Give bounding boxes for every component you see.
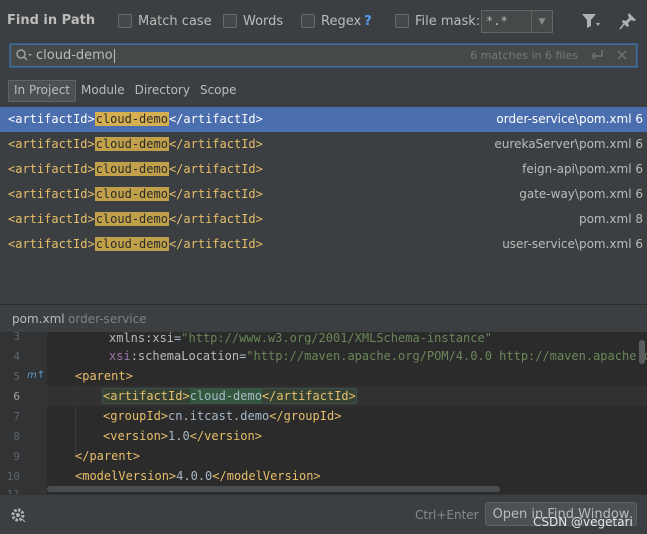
search-query[interactable]: cloud-demo — [36, 48, 115, 63]
find-toolbar: Find in Path Match case Words Regex ? Fi… — [0, 0, 647, 42]
line-number: 8 — [13, 430, 20, 443]
dialog-title: Find in Path — [7, 13, 96, 28]
file-mask-checkbox[interactable]: File mask: — [395, 12, 480, 30]
result-code: <artifactId>cloud-demo</artifactId> — [8, 162, 263, 176]
line-number: 6 — [13, 390, 20, 403]
words-checkbox[interactable]: Words — [223, 12, 283, 30]
preview-file-name: pom.xml — [12, 312, 65, 326]
chevron-down-icon[interactable]: ▼ — [531, 11, 552, 32]
file-mask-label: File mask: — [415, 13, 481, 29]
open-shortcut-hint: Ctrl+Enter — [415, 508, 479, 522]
result-row[interactable]: <artifactId>cloud-demo</artifactId> user… — [0, 232, 647, 257]
tab-module[interactable]: Module — [76, 80, 130, 102]
result-row[interactable]: <artifactId>cloud-demo</artifactId> eure… — [0, 132, 647, 157]
result-row[interactable]: <artifactId>cloud-demo</artifactId> feig… — [0, 157, 647, 182]
result-path: eurekaServer\pom.xml 6 — [494, 137, 643, 151]
match-case-label: Match case — [138, 13, 212, 29]
line-number: 5 — [13, 370, 20, 383]
checkbox-box[interactable] — [118, 14, 132, 28]
code-line: </parent> — [75, 449, 141, 463]
filter-icon[interactable] — [581, 12, 601, 30]
words-label: Words — [243, 13, 284, 29]
code-line: <parent> — [75, 369, 133, 383]
preview-header: pom.xml order-service — [0, 305, 647, 332]
tab-in-project[interactable]: In Project — [8, 80, 77, 102]
pin-icon[interactable] — [619, 12, 637, 30]
code-line: <groupId>cn.itcast.demo</groupId> — [103, 409, 342, 423]
match-count: 6 matches in 6 files — [470, 49, 578, 62]
tab-scope[interactable]: Scope — [195, 80, 242, 102]
code-line: xsi:schemaLocation="http://maven.apache.… — [109, 349, 647, 363]
line-number: 10 — [6, 470, 20, 483]
regex-help-link[interactable]: ? — [364, 14, 372, 29]
result-code: <artifactId>cloud-demo</artifactId> — [8, 212, 263, 226]
gear-icon[interactable] — [10, 507, 26, 523]
enter-icon[interactable] — [590, 48, 604, 62]
regex-checkbox[interactable]: Regex ? — [301, 12, 372, 30]
result-path: order-service\pom.xml 6 — [496, 112, 643, 126]
preview-editor[interactable]: 3 4 5 6 7 8 9 10 11 m↑ xmlns:xsi="http:/… — [0, 332, 647, 494]
result-code: <artifactId>cloud-demo</artifactId> — [8, 137, 263, 151]
result-code: <artifactId>cloud-demo</artifactId> — [8, 187, 263, 201]
line-number: 7 — [13, 410, 20, 423]
code-line: <modelVersion>4.0.0</modelVersion> — [75, 469, 321, 483]
file-mask-value: *.* — [486, 14, 508, 28]
result-row[interactable]: <artifactId>cloud-demo</artifactId> orde… — [0, 107, 647, 132]
search-icon[interactable] — [15, 48, 33, 64]
watermark: CSDN @vegetari — [533, 515, 633, 529]
tab-directory[interactable]: Directory — [130, 80, 195, 102]
horizontal-scrollbar[interactable] — [47, 486, 500, 492]
scope-tabs: In Project Module Directory Scope — [8, 80, 242, 102]
checkbox-box[interactable] — [395, 14, 409, 28]
result-path: gate-way\pom.xml 6 — [519, 187, 643, 201]
line-gutter: 3 4 5 6 7 8 9 10 11 m↑ — [0, 332, 47, 494]
regex-label: Regex — [321, 13, 362, 29]
code-line: <version>1.0</version> — [103, 429, 262, 443]
match-case-checkbox[interactable]: Match case — [118, 12, 212, 30]
clear-icon[interactable] — [616, 49, 628, 61]
checkbox-box[interactable] — [301, 14, 315, 28]
checkbox-box[interactable] — [223, 14, 237, 28]
vertical-scrollbar[interactable] — [639, 340, 645, 364]
line-number: 3 — [13, 332, 20, 343]
result-code: <artifactId>cloud-demo</artifactId> — [8, 112, 263, 126]
result-code: <artifactId>cloud-demo</artifactId> — [8, 237, 263, 251]
code-line-current: <artifactId>cloud-demo</artifactId> — [47, 386, 647, 406]
preview-directory: order-service — [68, 312, 147, 326]
results-list: <artifactId>cloud-demo</artifactId> orde… — [0, 107, 647, 257]
maven-modified-icon[interactable]: m↑ — [27, 370, 45, 381]
line-number: 9 — [13, 450, 20, 463]
result-path: pom.xml 8 — [578, 212, 643, 226]
result-path: feign-api\pom.xml 6 — [522, 162, 643, 176]
result-path: user-service\pom.xml 6 — [502, 237, 643, 251]
result-row[interactable]: <artifactId>cloud-demo</artifactId> pom.… — [0, 207, 647, 232]
search-input[interactable]: cloud-demo 6 matches in 6 files — [10, 44, 637, 67]
result-row[interactable]: <artifactId>cloud-demo</artifactId> gate… — [0, 182, 647, 207]
line-number: 4 — [13, 350, 20, 363]
file-mask-combobox[interactable]: *.* ▼ — [481, 10, 553, 33]
